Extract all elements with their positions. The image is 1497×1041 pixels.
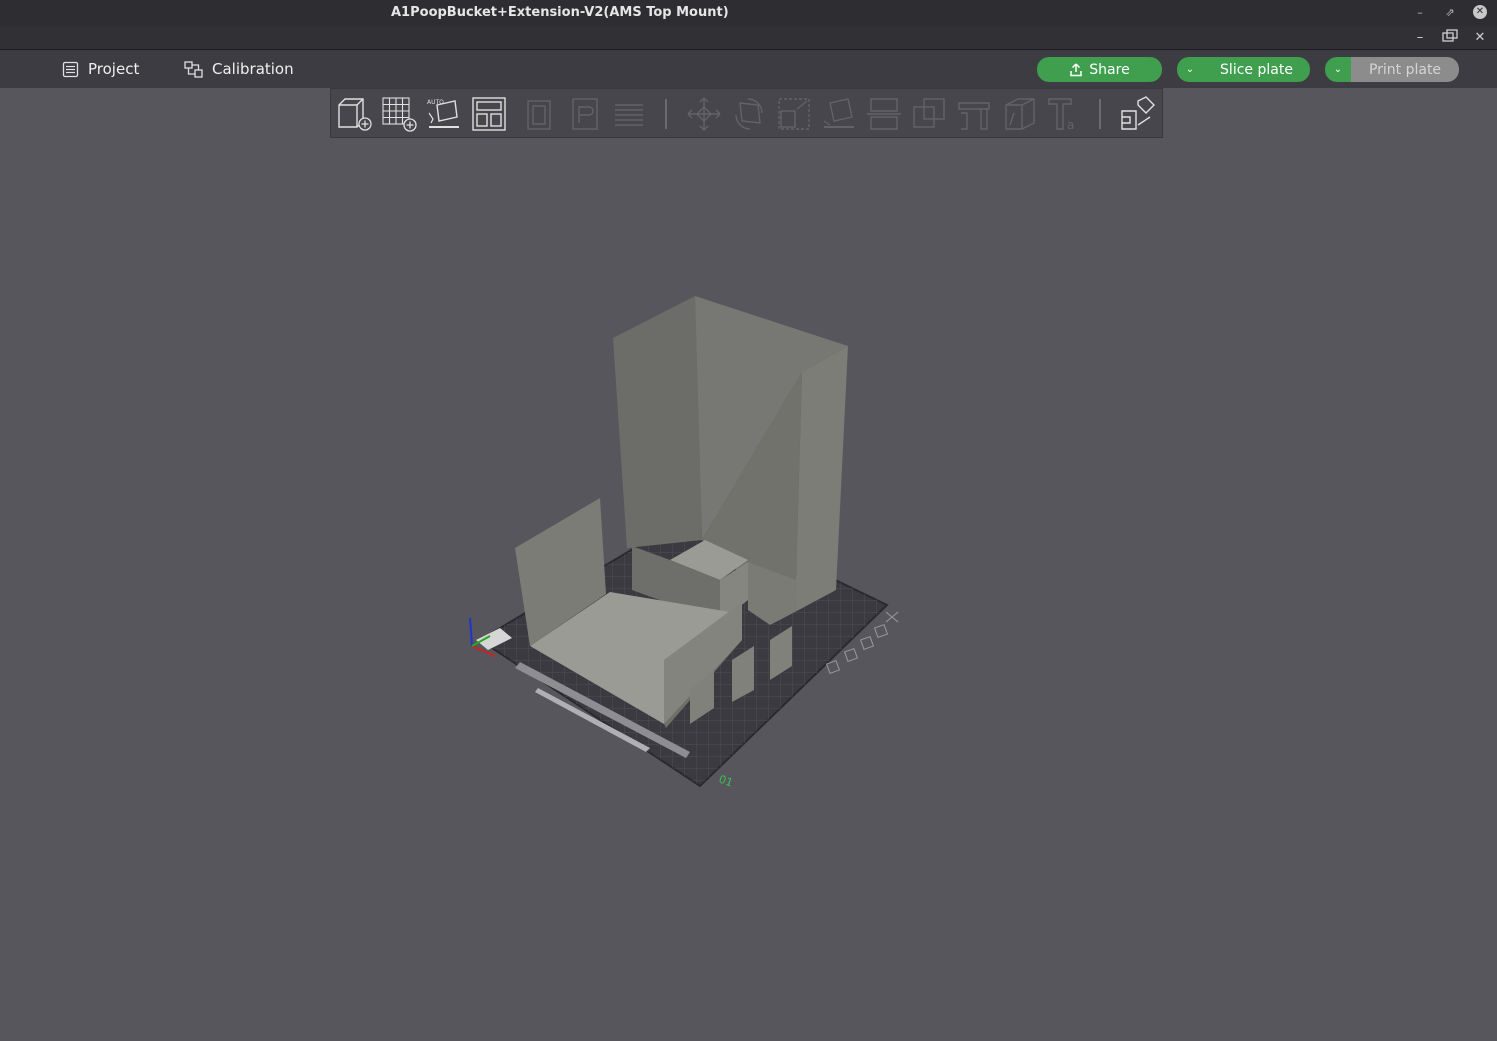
slice-plate-button[interactable]: Slice plate xyxy=(1203,57,1310,82)
arrange-icon[interactable] xyxy=(470,95,508,133)
main-topbar: Project Calibration Share ⌄ Slice plate … xyxy=(0,50,1497,88)
boolean-icon[interactable] xyxy=(910,95,948,133)
add-plate-icon[interactable] xyxy=(380,95,418,133)
cut-icon[interactable] xyxy=(865,95,903,133)
share-label: Share xyxy=(1089,61,1130,78)
tab-calibration-label: Calibration xyxy=(212,60,294,78)
plate-number: 01 xyxy=(717,773,735,790)
window-title: A1PoopBucket+Extension-V2(AMS Top Mount) xyxy=(391,5,729,20)
3d-viewport[interactable]: 01 xyxy=(0,138,1497,1037)
auto-orient-icon[interactable]: AUTO xyxy=(425,95,463,133)
copy-icon[interactable] xyxy=(522,95,560,133)
restore-window-icon[interactable]: ⇗ xyxy=(1441,4,1459,22)
seam-paint-icon[interactable] xyxy=(1000,95,1038,133)
object-toolbar: AUTO a xyxy=(330,88,1163,138)
print-plate-label: Print plate xyxy=(1368,61,1442,78)
lay-on-face-icon[interactable] xyxy=(820,95,858,133)
app-control-bar: – ✕ xyxy=(0,26,1497,50)
rotate-icon[interactable] xyxy=(730,95,768,133)
tab-project-label: Project xyxy=(88,60,140,78)
paste-icon[interactable] xyxy=(567,95,605,133)
scale-icon[interactable] xyxy=(775,95,813,133)
support-paint-icon[interactable] xyxy=(955,95,993,133)
slice-plate-label: Slice plate xyxy=(1220,61,1293,78)
tab-project[interactable]: Project xyxy=(62,58,139,80)
minimize-window-icon[interactable]: – xyxy=(1411,4,1429,22)
svg-text:AUTO: AUTO xyxy=(427,99,444,106)
move-icon[interactable] xyxy=(685,95,723,133)
close-window-icon[interactable]: ✕ xyxy=(1473,5,1487,19)
text-icon[interactable]: a xyxy=(1045,95,1083,133)
tab-calibration[interactable]: Calibration xyxy=(184,58,294,80)
toolbar-divider xyxy=(665,99,667,129)
share-icon xyxy=(1070,62,1083,76)
layers-icon[interactable] xyxy=(611,95,649,133)
print-dropdown-button[interactable]: ⌄ xyxy=(1325,57,1351,82)
svg-text:a: a xyxy=(1067,118,1074,132)
calibration-icon xyxy=(184,60,203,78)
chevron-down-icon: ⌄ xyxy=(1333,64,1343,75)
add-object-icon[interactable] xyxy=(335,95,373,133)
chevron-down-icon: ⌄ xyxy=(1185,64,1195,75)
assembly-icon[interactable] xyxy=(1118,95,1156,133)
slice-dropdown-button[interactable]: ⌄ xyxy=(1177,57,1203,82)
project-icon xyxy=(62,61,79,77)
scene-canvas: 01 xyxy=(469,296,899,790)
window-titlebar: A1PoopBucket+Extension-V2(AMS Top Mount)… xyxy=(0,0,1497,26)
app-close-icon[interactable]: ✕ xyxy=(1470,29,1490,47)
toolbar-divider xyxy=(1099,99,1101,129)
app-maximize-icon[interactable] xyxy=(1440,29,1460,47)
share-button[interactable]: Share xyxy=(1037,57,1162,82)
app-minimize-icon[interactable]: – xyxy=(1410,29,1430,47)
print-plate-button[interactable]: Print plate xyxy=(1351,57,1459,82)
